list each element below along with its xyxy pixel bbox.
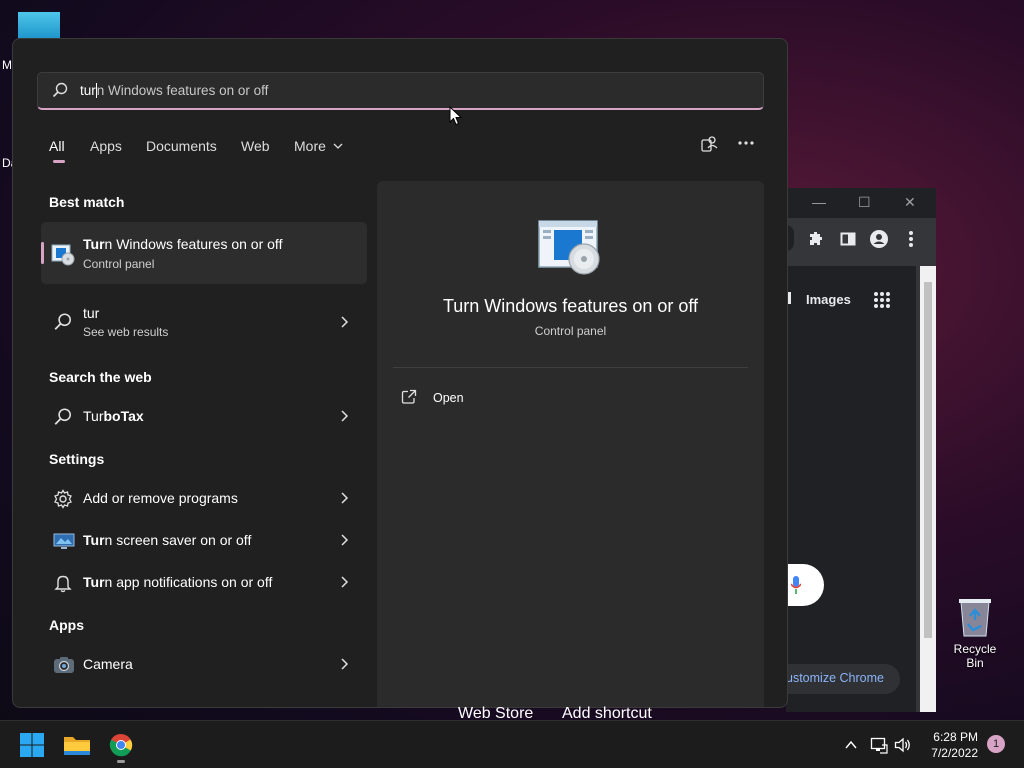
volume-icon[interactable]	[894, 736, 912, 754]
clock-time: 6:28 PM	[933, 730, 978, 744]
apps-grid-icon[interactable]	[874, 292, 890, 308]
mouse-cursor-icon	[449, 106, 463, 126]
result-detail-pane: Turn Windows features on or off Control …	[377, 181, 764, 707]
search-icon	[54, 313, 71, 330]
search-icon	[54, 408, 71, 425]
result-title: Turn screen saver on or off	[83, 532, 252, 548]
chrome-page[interactable]	[786, 266, 916, 712]
tab-more[interactable]: More	[294, 138, 343, 154]
recycle-bin[interactable]: Recycle Bin	[944, 596, 1006, 670]
result-subtitle: See web results	[83, 325, 169, 339]
chevron-down-icon	[333, 143, 343, 149]
maximize-button[interactable]: ☐	[858, 194, 871, 211]
chrome-toolbar	[786, 218, 936, 260]
search-typed-text: tur	[80, 83, 96, 98]
web-result-turbotax[interactable]: TurboTax	[41, 395, 367, 439]
divider	[393, 367, 748, 368]
clock-date: 7/2/2022	[931, 746, 978, 760]
web-result-tur[interactable]: tur See web results	[41, 295, 367, 345]
result-title: tur	[83, 305, 100, 321]
result-title: Add or remove programs	[83, 490, 238, 506]
profile-avatar-icon[interactable]	[870, 230, 888, 248]
running-indicator	[117, 760, 125, 763]
detail-subtitle: Control panel	[534, 324, 607, 338]
result-title: Camera	[83, 656, 133, 672]
menu-kebab-icon[interactable]	[908, 230, 914, 248]
best-match-result[interactable]: Turn Windows features on or off Control …	[41, 222, 367, 284]
tab-documents[interactable]: Documents	[146, 138, 217, 154]
search-query: turn Windows features on or off	[80, 83, 268, 98]
folder-icon	[64, 737, 90, 755]
setting-add-remove-programs[interactable]: Add or remove programs	[41, 477, 367, 521]
images-link[interactable]: Images	[806, 292, 851, 307]
open-external-icon	[401, 389, 417, 404]
chevron-right-icon[interactable]	[337, 657, 351, 671]
tab-web[interactable]: Web	[241, 138, 270, 154]
section-apps: Apps	[49, 617, 84, 633]
windows-logo-icon	[20, 733, 44, 757]
recycle-bin-label: Recycle Bin	[953, 642, 997, 670]
scrollbar-thumb[interactable]	[924, 282, 932, 638]
windows-features-icon	[51, 244, 75, 266]
app-camera[interactable]: Camera	[41, 643, 367, 687]
setting-screen-saver[interactable]: Turn screen saver on or off	[41, 519, 367, 563]
desktop-label-fragment: M	[2, 58, 12, 72]
tab-label: More	[294, 138, 326, 154]
chrome-icon	[109, 733, 133, 757]
result-title: Turn Windows features on or off	[83, 236, 283, 252]
close-button[interactable]: ✕	[904, 194, 916, 211]
switch-account-icon[interactable]	[701, 135, 719, 153]
chevron-right-icon[interactable]	[337, 315, 351, 329]
active-tab-indicator	[53, 160, 65, 163]
section-search-the-web: Search the web	[49, 369, 152, 385]
recycle-bin-icon	[957, 596, 993, 638]
chrome-taskbar-button[interactable]	[105, 729, 137, 763]
detail-title: Turn Windows features on or off	[442, 296, 699, 316]
chevron-up-icon[interactable]	[844, 738, 858, 752]
notification-badge[interactable]: 1	[987, 735, 1005, 753]
chrome-scrollbar[interactable]	[920, 266, 936, 712]
tab-label: All	[49, 138, 65, 154]
customize-chrome-button[interactable]: ustomize Chrome	[786, 664, 900, 694]
result-title: TurboTax	[83, 408, 144, 424]
result-subtitle: Control panel	[83, 257, 155, 271]
open-action[interactable]: Open	[401, 389, 464, 409]
nav-link-fragment	[788, 292, 791, 304]
screen-saver-icon	[53, 533, 75, 549]
section-best-match: Best match	[49, 194, 125, 210]
search-input[interactable]: turn Windows features on or off	[37, 72, 764, 110]
selection-indicator	[41, 242, 44, 264]
setting-app-notifications[interactable]: Turn app notifications on or off	[41, 561, 367, 605]
desktop-icon-partial[interactable]	[18, 12, 60, 40]
microphone-icon[interactable]	[791, 576, 801, 594]
bell-icon	[54, 575, 72, 593]
section-settings: Settings	[49, 451, 105, 467]
result-title: Turn app notifications on or off	[83, 574, 273, 590]
chevron-right-icon[interactable]	[337, 533, 351, 547]
camera-icon	[54, 657, 74, 673]
chrome-titlebar[interactable]: — ☐ ✕	[786, 188, 936, 218]
chevron-right-icon[interactable]	[337, 409, 351, 423]
windows-features-icon	[538, 220, 600, 275]
gear-icon	[54, 489, 72, 509]
taskbar: 6:28 PM 7/2/2022	[0, 720, 1024, 768]
start-button[interactable]	[16, 729, 48, 761]
tab-apps[interactable]: Apps	[90, 138, 122, 154]
minimize-button[interactable]: —	[812, 194, 826, 210]
chevron-right-icon[interactable]	[337, 575, 351, 589]
open-label: Open	[433, 391, 464, 405]
extensions-icon[interactable]	[808, 231, 824, 247]
clock[interactable]: 6:28 PM 7/2/2022	[931, 729, 978, 761]
start-search-panel: turn Windows features on or off All Apps…	[12, 38, 788, 708]
tab-all[interactable]: All	[49, 138, 65, 163]
side-panel-icon[interactable]	[840, 231, 856, 247]
network-icon[interactable]	[870, 736, 888, 754]
file-explorer-button[interactable]	[61, 729, 93, 761]
chevron-right-icon[interactable]	[337, 491, 351, 505]
search-completion-text: n Windows features on or off	[96, 83, 269, 98]
chrome-window[interactable]: — ☐ ✕ Images ustomize Chrome	[786, 188, 936, 712]
search-icon	[52, 82, 68, 98]
more-options-icon[interactable]	[738, 141, 754, 145]
